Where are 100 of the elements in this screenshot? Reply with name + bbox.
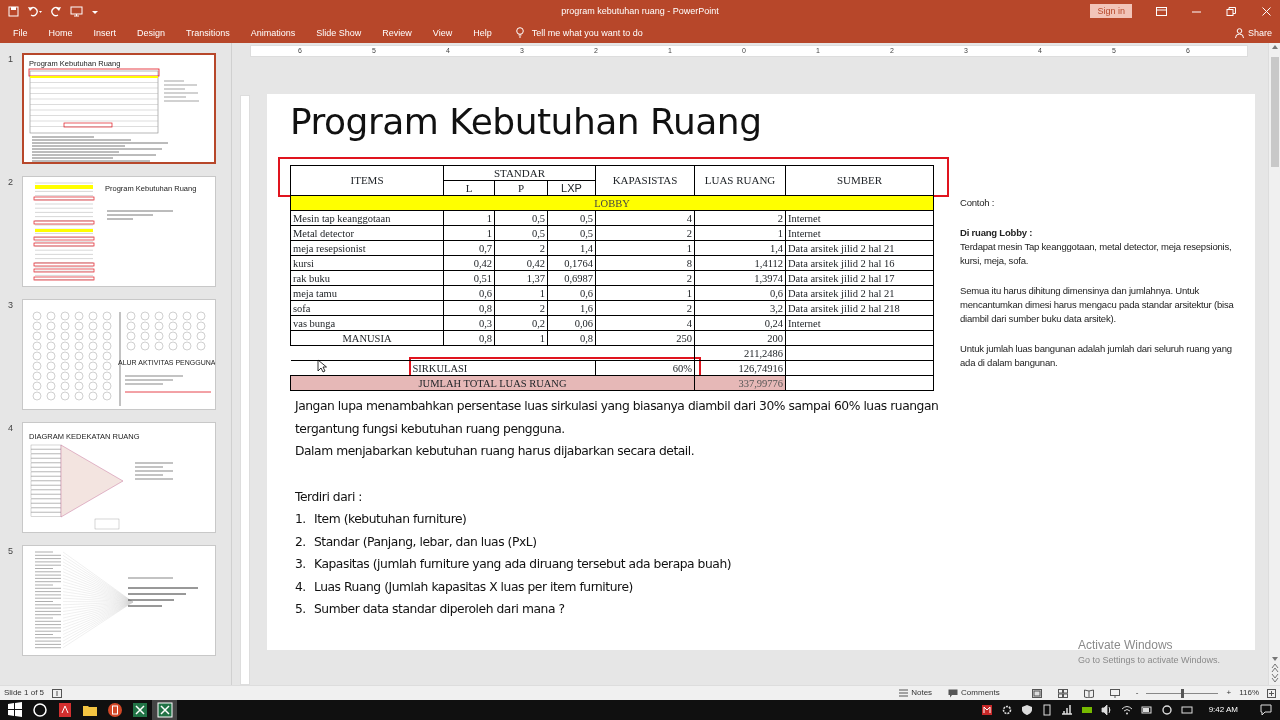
table-cell: 2: [595, 225, 695, 241]
column-header: LUAS RUANG: [694, 165, 786, 196]
speaker-icon[interactable]: [1100, 704, 1113, 716]
tell-me-search[interactable]: Tell me what you want to do: [515, 26, 643, 39]
fit-to-window-icon[interactable]: [1267, 688, 1276, 698]
zoom-slider[interactable]: [1180, 688, 1184, 698]
activation-subtitle: Go to Settings to activate Windows.: [1077, 653, 1220, 667]
table-cell: 1,4: [694, 240, 786, 256]
sign-in-button[interactable]: Sign in: [1090, 4, 1132, 18]
table-cell: 1,3974: [694, 270, 786, 286]
table-cell: 0,5: [547, 210, 596, 226]
table-cell: rak buku: [290, 270, 444, 286]
list-number: 3.: [295, 556, 307, 573]
start-icon[interactable]: [5, 701, 24, 719]
table-cell: 0,5: [494, 225, 548, 241]
slide-number: 4: [7, 422, 14, 435]
table-cell: 1: [595, 285, 695, 301]
list-number: 2.: [295, 533, 307, 551]
redo-icon[interactable]: [51, 5, 62, 17]
undo-icon[interactable]: [27, 5, 43, 17]
antivirus-icon[interactable]: [980, 704, 993, 716]
graphics-icon[interactable]: [1080, 704, 1093, 716]
previous-slide-icon[interactable]: [1270, 663, 1279, 673]
zoom-level: 116%: [1239, 687, 1259, 699]
table-cell: 1: [595, 240, 695, 256]
slide-thumbnail[interactable]: [22, 545, 216, 656]
comment-icon: [948, 688, 959, 698]
ribbon-tab[interactable]: File: [13, 26, 28, 39]
network-icon[interactable]: [1060, 704, 1073, 716]
table-cell: 2: [595, 270, 695, 286]
save-icon[interactable]: [8, 5, 19, 17]
presentation-icon[interactable]: [70, 5, 83, 17]
ribbon-tab[interactable]: Animations: [250, 26, 296, 39]
ribbon-tab[interactable]: Review: [382, 26, 412, 39]
ribbon-tab[interactable]: Home: [48, 26, 73, 39]
table-cell: meja resepsionist: [290, 240, 444, 256]
ribbon-tab[interactable]: Design: [137, 26, 166, 39]
slide-number: 2: [7, 176, 14, 189]
clock[interactable]: 9:42 AM: [1208, 704, 1238, 716]
table-cell: sofa: [290, 300, 444, 316]
share-button[interactable]: Share: [1234, 26, 1272, 39]
paragraph: Jangan lupa menambahkan persentase luas sirkulasi yang biasanya diambil dari 30% sampai 60% luas ruangan tergantung fungsi kebutuhan ruang pengguna.: [295, 398, 940, 438]
wifi-icon[interactable]: [1120, 704, 1133, 716]
list-item: Item (kebutuhan furniture): [314, 511, 467, 528]
table-cell: Metal detector: [290, 225, 444, 241]
table-cell: 0,7: [443, 240, 495, 256]
table-cell: 1: [443, 210, 495, 226]
slide-sorter-icon[interactable]: [1057, 688, 1068, 698]
table-cell: Data arsitek jilid 2 hal 17: [785, 270, 934, 286]
column-header: SUMBER: [785, 165, 934, 196]
table-cell: 1: [443, 225, 495, 241]
ribbon-tab[interactable]: Transitions: [186, 26, 230, 39]
notes-heading: Di ruang Lobby :: [960, 226, 1034, 240]
table-cell: 1,6: [547, 300, 596, 316]
spreadsheet-app-icon[interactable]: [155, 701, 174, 719]
table-cell: 211,2486: [694, 345, 786, 361]
notes-button[interactable]: Notes: [899, 688, 933, 698]
zoom-out-button[interactable]: -: [1135, 688, 1139, 698]
list-number: 1.: [295, 511, 307, 528]
zoom-in-button[interactable]: +: [1226, 688, 1232, 698]
table-cell: 0,5: [494, 210, 548, 226]
ribbon-tab[interactable]: Insert: [93, 26, 117, 39]
lightbulb-icon: [515, 27, 524, 38]
table-cell: 1,4: [547, 240, 596, 256]
table-cell: 60%: [595, 360, 695, 376]
table-cell: 4: [595, 315, 695, 331]
close-icon[interactable]: [1261, 6, 1272, 16]
shield-icon[interactable]: [1020, 704, 1033, 716]
scroll-thumb[interactable]: [1270, 57, 1279, 167]
table-cell: 1: [494, 285, 548, 301]
ribbon-tab[interactable]: Slide Show: [316, 26, 362, 39]
restore-icon[interactable]: [1226, 6, 1237, 16]
table-cell: 0,6987: [547, 270, 596, 286]
search-icon[interactable]: [30, 701, 49, 719]
table-cell: 0,1764: [547, 255, 596, 271]
column-header: P: [494, 180, 548, 196]
slide-show-icon[interactable]: [1109, 688, 1120, 698]
presentation-app-icon[interactable]: [105, 701, 124, 719]
normal-view-icon[interactable]: [1031, 688, 1042, 698]
scrollbar[interactable]: [1268, 43, 1280, 685]
table-cell: 3,2: [694, 300, 786, 316]
ribbon-tab[interactable]: Help: [473, 26, 492, 39]
ribbon-tab[interactable]: View: [432, 26, 453, 39]
table-cell: 0,3: [443, 315, 495, 331]
next-slide-icon[interactable]: [1270, 673, 1279, 685]
notification-icon[interactable]: [1260, 704, 1272, 716]
slide-number: 5: [7, 545, 14, 558]
table-cell: MANUSIA: [290, 330, 444, 346]
ribbon-display-icon[interactable]: [1156, 6, 1167, 16]
column-header: KAPASISTAS: [595, 165, 695, 196]
comments-button[interactable]: Comments: [948, 688, 1000, 698]
battery-icon[interactable]: [1140, 704, 1153, 716]
reading-view-icon[interactable]: [1083, 688, 1094, 698]
scroll-down-icon: [1270, 655, 1279, 663]
notes-paragraph: Untuk jumlah luas bangunan adalah jumlah dari seluruh ruang yang ada di dalam bangunan.: [960, 342, 1233, 370]
spreadsheet-app-icon[interactable]: [130, 701, 149, 719]
notes-label: Contoh :: [960, 196, 996, 210]
accessibility-icon[interactable]: [52, 688, 63, 698]
table-cell: 2: [494, 240, 548, 256]
table-cell: 250: [595, 330, 695, 346]
